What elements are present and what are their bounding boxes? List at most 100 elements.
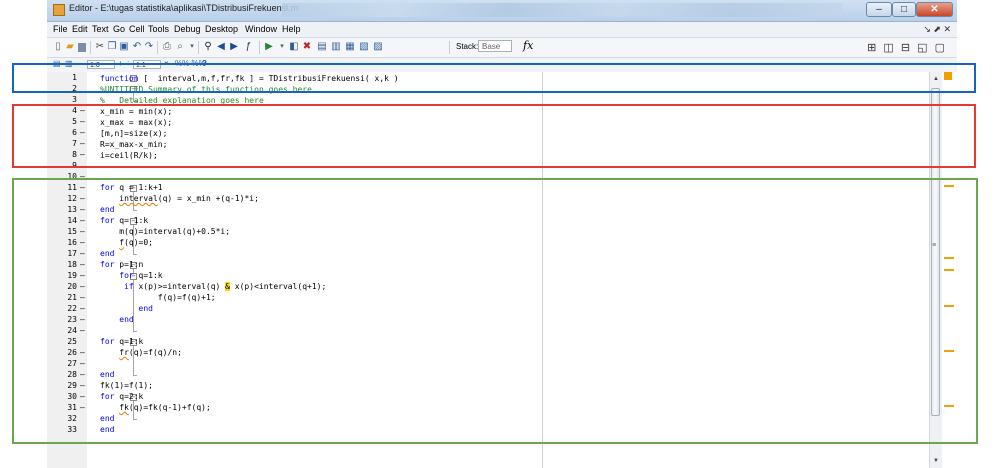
executable-line-marker[interactable]: –: [80, 370, 85, 379]
run-icon[interactable]: ▶: [264, 41, 274, 53]
menu-go[interactable]: Go: [113, 24, 125, 34]
clear-breakpoint-icon[interactable]: ✖: [302, 41, 312, 53]
continue-icon[interactable]: ▧: [359, 41, 369, 53]
menu-edit[interactable]: Edit: [72, 24, 88, 34]
menu-cell[interactable]: Cell: [129, 24, 145, 34]
executable-line-marker[interactable]: –: [80, 249, 85, 258]
executable-line-marker[interactable]: –: [80, 150, 85, 159]
print-icon[interactable]: ⎙: [162, 41, 172, 53]
fx-icon[interactable]: fx: [523, 39, 533, 52]
executable-line-marker[interactable]: –: [80, 348, 85, 357]
save-icon[interactable]: [78, 43, 86, 52]
close-button[interactable]: ✕: [916, 2, 953, 17]
executable-line-marker[interactable]: –: [80, 403, 85, 412]
executable-line-marker[interactable]: –: [80, 282, 85, 291]
paste-icon[interactable]: ▣: [119, 41, 129, 53]
line-number: 27: [67, 359, 77, 368]
executable-line-marker[interactable]: –: [80, 293, 85, 302]
dropdown-icon[interactable]: ▾: [187, 41, 197, 53]
fx-browse-icon[interactable]: ƒ: [243, 41, 253, 53]
open-folder-icon[interactable]: ▰: [65, 41, 75, 53]
right-margin-line: [542, 72, 543, 468]
divide-button[interactable]: ÷: [126, 59, 130, 68]
back-arrow-icon[interactable]: ◀: [216, 41, 226, 53]
code-line-18: for q=1:k: [119, 271, 163, 280]
menu-debug[interactable]: Debug: [174, 24, 201, 34]
executable-line-marker[interactable]: –: [80, 381, 85, 390]
help-icon[interactable]: ?: [202, 59, 207, 68]
decrement-button[interactable]: −: [80, 59, 85, 68]
executable-line-marker[interactable]: –: [80, 139, 85, 148]
cell-icon[interactable]: ▤: [53, 59, 61, 68]
executable-line-marker[interactable]: –: [80, 315, 85, 324]
stack-select[interactable]: Base: [478, 40, 512, 52]
mlint-warning-marker[interactable]: [944, 305, 954, 307]
executable-line-marker[interactable]: –: [80, 128, 85, 137]
copy-icon[interactable]: ❐: [107, 41, 117, 53]
menu-text[interactable]: Text: [92, 24, 109, 34]
step-in-icon[interactable]: ▥: [331, 41, 341, 53]
menu-desktop[interactable]: Desktop: [205, 24, 238, 34]
new-file-icon[interactable]: ▯: [53, 41, 63, 53]
code-line-19: if x(p)>=interval(q) & x(p)<interval(q+1…: [124, 282, 327, 291]
find-files-icon[interactable]: ⌕: [175, 41, 185, 53]
line-number: 22: [67, 304, 77, 313]
mlint-warning-marker[interactable]: [944, 185, 954, 187]
line-number: 11: [67, 183, 77, 192]
vertical-scrollbar[interactable]: ▲ ≡ ▼: [929, 72, 942, 468]
cell-eval-icon[interactable]: ▥: [65, 59, 73, 68]
executable-line-marker[interactable]: –: [80, 106, 85, 115]
run-dropdown-icon[interactable]: ▾: [277, 41, 287, 53]
executable-line-marker[interactable]: –: [80, 194, 85, 203]
exit-debug-icon[interactable]: ▨: [373, 41, 383, 53]
increment-value-input[interactable]: 1.0: [87, 60, 115, 69]
executable-line-marker[interactable]: –: [80, 183, 85, 192]
executable-line-marker[interactable]: –: [80, 205, 85, 214]
toolbar-separator: [198, 41, 199, 54]
line-number: 31: [67, 403, 77, 412]
mlint-status-indicator[interactable]: [944, 72, 952, 80]
step-icon[interactable]: ▤: [317, 41, 327, 53]
code-editor[interactable]: 1 2 3 4–5–6–7–8–9 10–11–12–13–14–15–16–17–18…: [47, 72, 957, 468]
executable-line-marker[interactable]: –: [80, 227, 85, 236]
scrollbar-thumb[interactable]: [931, 88, 940, 416]
executable-line-marker[interactable]: –: [80, 271, 85, 280]
redo-icon[interactable]: ↷: [144, 41, 154, 53]
layout-icons[interactable]: ⊞ ◫ ⊟ ◱ ▢: [867, 41, 947, 54]
forward-arrow-icon[interactable]: ▶: [229, 41, 239, 53]
executable-line-marker[interactable]: –: [80, 117, 85, 126]
executable-line-marker[interactable]: –: [80, 172, 85, 181]
cut-icon[interactable]: ✂: [95, 41, 105, 53]
stack-label: Stack:: [456, 42, 479, 51]
executable-line-marker[interactable]: –: [80, 260, 85, 269]
dock-controls[interactable]: ↘ ⬈ ✕: [923, 24, 951, 35]
scroll-up-icon[interactable]: ▲: [933, 76, 939, 82]
executable-line-marker[interactable]: –: [80, 238, 85, 247]
mlint-warning-marker[interactable]: [944, 269, 954, 271]
undo-icon[interactable]: ↶: [132, 41, 142, 53]
multiply-button[interactable]: ×: [164, 59, 169, 68]
menu-window[interactable]: Window: [245, 24, 277, 34]
mlint-warning-marker[interactable]: [944, 257, 954, 259]
executable-line-marker[interactable]: –: [80, 359, 85, 368]
find-icon[interactable]: ⚲: [203, 41, 213, 53]
mlint-warning-marker[interactable]: [944, 405, 954, 407]
menu-tools[interactable]: Tools: [148, 24, 169, 34]
scroll-down-icon[interactable]: ▼: [933, 458, 939, 464]
scroll-grip-icon: ≡: [932, 242, 937, 249]
maximize-button[interactable]: □: [892, 2, 916, 17]
executable-line-marker[interactable]: –: [80, 304, 85, 313]
minimize-button[interactable]: –: [866, 2, 892, 17]
set-breakpoint-icon[interactable]: ◧: [289, 41, 299, 53]
increment-button[interactable]: +: [118, 59, 123, 68]
menu-help[interactable]: Help: [282, 24, 301, 34]
executable-line-marker[interactable]: –: [80, 326, 85, 335]
code-area[interactable]: function [ interval,m,f,fr,fk ] = TDistr…: [100, 72, 928, 468]
menu-file[interactable]: File: [53, 24, 68, 34]
mlint-warning-marker[interactable]: [944, 350, 954, 352]
executable-line-marker[interactable]: –: [80, 216, 85, 225]
divide-value-input[interactable]: 1.1: [133, 60, 161, 69]
line-number: 30: [67, 392, 77, 401]
step-out-icon[interactable]: ▦: [345, 41, 355, 53]
executable-line-marker[interactable]: –: [80, 392, 85, 401]
